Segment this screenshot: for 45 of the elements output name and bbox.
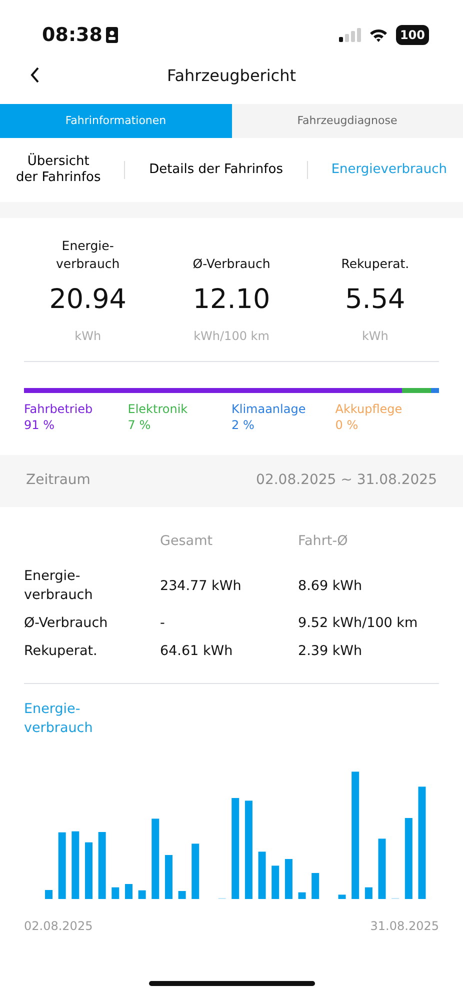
stat-value: 5.54 <box>344 283 406 317</box>
stat-value: 12.10 <box>192 283 272 317</box>
period-label: Zeitraum <box>26 471 90 490</box>
start-date: 02.08.2025 <box>24 918 93 936</box>
table-cell-text: 2.39 kWh <box>298 642 364 662</box>
table-cell-text: 64.61 kWh <box>160 642 234 662</box>
stat-unit: kWh/100 km <box>192 328 270 344</box>
subtab[interactable]: Energieverbrauch <box>331 162 447 178</box>
legend-percent: 7 % <box>128 416 152 433</box>
status-time: 08:38 <box>42 22 102 48</box>
wifi-icon <box>368 28 388 42</box>
stat-label: Energie- verbrauch <box>54 236 121 274</box>
row-label: Ø-Verbrauch <box>24 614 109 632</box>
end-date: 31.08.2025 <box>370 918 439 936</box>
stat-unit: kWh <box>360 328 390 344</box>
id-card-icon <box>106 27 118 43</box>
subtab[interactable]: Übersicht der Fahrinfos <box>16 154 101 186</box>
stat-value: 20.94 <box>48 283 128 317</box>
tab[interactable]: Fahrzeugdiagnose <box>232 104 463 138</box>
back-icon[interactable] <box>30 66 40 84</box>
tab[interactable]: Fahrinformationen <box>0 104 232 138</box>
legend-percent: 0 % <box>335 416 360 433</box>
column-header: Fahrt-Ø <box>298 532 349 551</box>
legend-label: Klimaanlage <box>232 400 307 417</box>
row-label: Energie- verbrauch <box>24 567 94 605</box>
legend-label: Elektronik <box>128 400 189 417</box>
legend-label: Akkupflege <box>335 400 404 417</box>
legend-percent: 2 % <box>232 416 256 433</box>
page-title: Fahrzeugbericht <box>166 65 296 87</box>
stat-label: Ø-Verbrauch <box>192 255 272 274</box>
table-cell-text: 8.69 kWh <box>298 576 364 596</box>
table-cell-text: - <box>160 614 166 633</box>
table-cell-text: 9.52 kWh/100 km <box>298 614 419 633</box>
table-cell-text: 234.77 kWh <box>160 576 242 596</box>
battery-icon: 100 <box>396 25 429 45</box>
stat-label: Rekuperat. <box>340 255 410 274</box>
column-header: Gesamt <box>160 532 214 551</box>
legend-label: Fahrbetrieb <box>24 400 94 417</box>
chart-title: Energie- verbrauch <box>24 700 94 738</box>
period-range: 02.08.2025 ~ 31.08.2025 <box>256 471 437 490</box>
legend-percent: 91 % <box>24 416 56 433</box>
signal-icon <box>338 28 361 42</box>
stat-unit: kWh <box>74 328 102 344</box>
subtab[interactable]: Details der Fahrinfos <box>149 162 283 178</box>
row-label: Rekuperat. <box>24 642 98 661</box>
